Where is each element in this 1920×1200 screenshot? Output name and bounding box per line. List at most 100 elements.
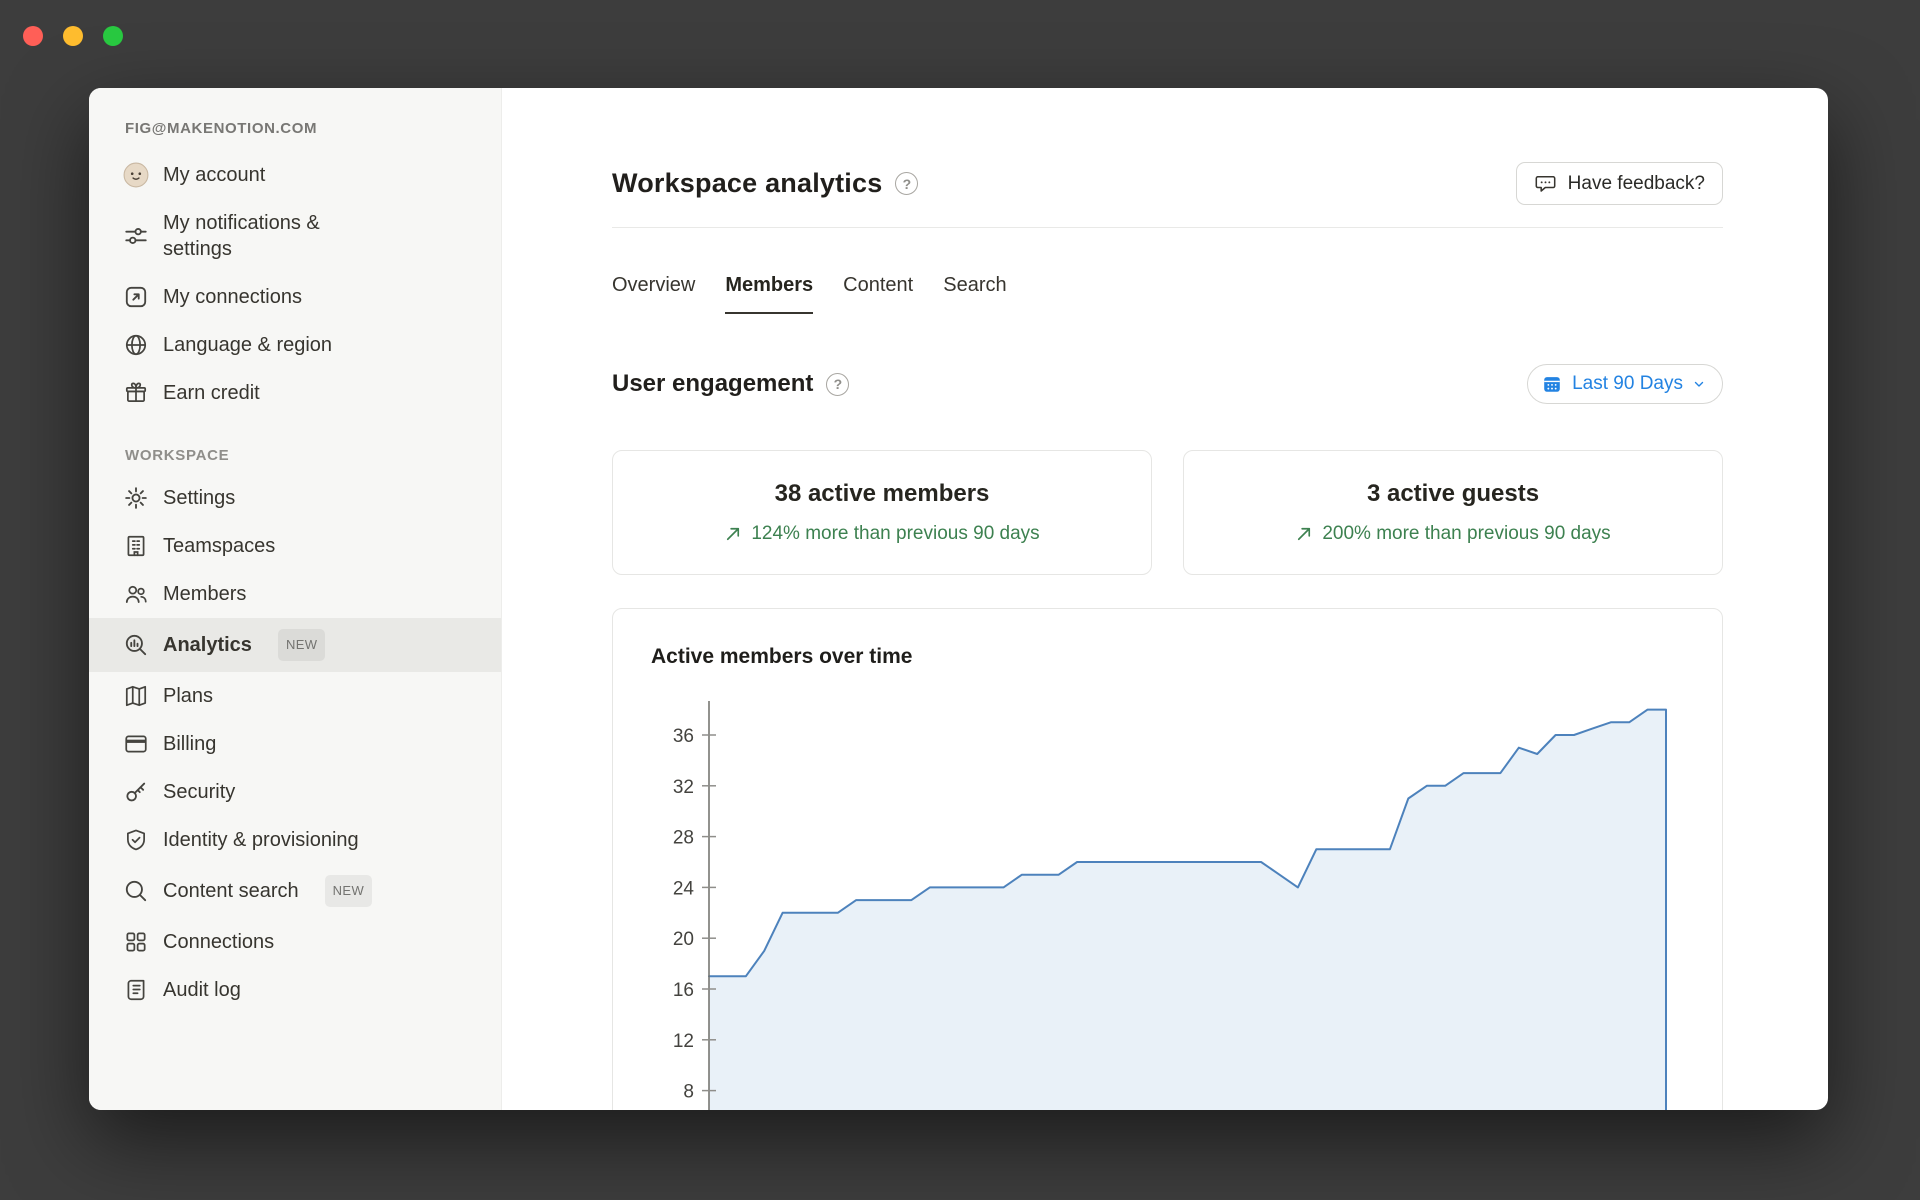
- analytics-tabs: Overview Members Content Search: [612, 274, 1723, 314]
- sidebar-item-my-connections[interactable]: My connections: [89, 273, 501, 321]
- analytics-main: Workspace analytics ? Have feedback? Ove…: [502, 88, 1828, 1110]
- active-members-chart: 36 32 28 24 20 16 12 8: [651, 693, 1722, 1110]
- workspace-section: Settings Teamspaces Members Analytics: [89, 474, 501, 1014]
- date-range-dropdown[interactable]: Last 90 Days: [1527, 364, 1723, 404]
- sidebar-item-label: Identity & provisioning: [163, 827, 359, 853]
- chart-magnifier-icon: [123, 632, 149, 658]
- sidebar-item-label: Billing: [163, 731, 216, 757]
- trend-up-icon: [724, 525, 742, 543]
- page-title: Workspace analytics: [612, 168, 882, 199]
- active-members-delta: 124% more than previous 90 days: [623, 523, 1141, 545]
- sidebar-item-label: Connections: [163, 929, 274, 955]
- sidebar-item-label: Language & region: [163, 332, 332, 358]
- workspace-section-label: WORKSPACE: [89, 447, 501, 474]
- trend-up-icon: [1295, 525, 1313, 543]
- sidebar-item-my-notifications-settings[interactable]: My notifications & settings: [89, 199, 501, 273]
- sidebar-item-earn-credit[interactable]: Earn credit: [89, 369, 501, 417]
- sidebar-item-language-region[interactable]: Language & region: [89, 321, 501, 369]
- tab-content[interactable]: Content: [843, 274, 913, 314]
- sidebar-item-my-account[interactable]: My account: [89, 151, 501, 199]
- key-icon: [123, 779, 149, 805]
- have-feedback-button[interactable]: Have feedback?: [1516, 162, 1723, 205]
- close-button[interactable]: [23, 26, 43, 46]
- help-icon[interactable]: ?: [895, 172, 918, 195]
- sidebar-item-label: Content search: [163, 878, 299, 904]
- active-members-value: 38 active members: [623, 480, 1141, 508]
- sidebar-item-connections[interactable]: Connections: [89, 918, 501, 966]
- svg-text:20: 20: [673, 929, 694, 950]
- globe-icon: [123, 332, 149, 358]
- delta-text: 124% more than previous 90 days: [751, 523, 1039, 545]
- help-icon[interactable]: ?: [826, 373, 849, 396]
- sidebar-item-audit-log[interactable]: Audit log: [89, 966, 501, 1014]
- people-icon: [123, 581, 149, 607]
- sidebar-item-label: My connections: [163, 284, 302, 310]
- grid-icon: [123, 929, 149, 955]
- user-engagement-title: User engagement: [612, 370, 813, 398]
- sidebar-item-label: Teamspaces: [163, 533, 275, 559]
- active-guests-delta: 200% more than previous 90 days: [1194, 523, 1712, 545]
- sliders-icon: [123, 223, 149, 249]
- account-email: FIG@MAKENOTION.COM: [89, 114, 501, 151]
- stat-cards: 38 active members 124% more than previou…: [612, 450, 1723, 575]
- active-members-card: 38 active members 124% more than previou…: [612, 450, 1152, 575]
- zoom-button[interactable]: [103, 26, 123, 46]
- sidebar-item-label: Plans: [163, 683, 213, 709]
- sidebar-item-analytics[interactable]: Analytics NEW: [89, 618, 501, 672]
- gear-icon: [123, 485, 149, 511]
- date-range-label: Last 90 Days: [1572, 373, 1683, 395]
- sidebar-item-label: Settings: [163, 485, 235, 511]
- sidebar-item-label: Earn credit: [163, 380, 260, 406]
- arrow-up-right-icon: [123, 284, 149, 310]
- gift-icon: [123, 380, 149, 406]
- calendar-icon: [1541, 373, 1563, 395]
- sidebar-item-teamspaces[interactable]: Teamspaces: [89, 522, 501, 570]
- svg-text:32: 32: [673, 777, 694, 798]
- tab-members[interactable]: Members: [725, 274, 813, 314]
- magnifier-icon: [123, 878, 149, 904]
- account-avatar: [123, 162, 149, 188]
- window-controls: [23, 26, 123, 46]
- sidebar-item-settings[interactable]: Settings: [89, 474, 501, 522]
- shield-check-icon: [123, 827, 149, 853]
- speech-bubble-icon: [1534, 172, 1557, 195]
- area-chart: 36 32 28 24 20 16 12 8: [651, 693, 1721, 1110]
- feedback-button-label: Have feedback?: [1568, 173, 1705, 195]
- svg-text:28: 28: [673, 828, 694, 849]
- account-section: My account My notifications & settings M…: [89, 151, 501, 417]
- active-guests-value: 3 active guests: [1194, 480, 1712, 508]
- settings-sidebar: FIG@MAKENOTION.COM My account My notific…: [89, 88, 502, 1110]
- sidebar-item-content-search[interactable]: Content search NEW: [89, 864, 501, 918]
- credit-card-icon: [123, 731, 149, 757]
- sidebar-item-plans[interactable]: Plans: [89, 672, 501, 720]
- user-engagement-header: User engagement ? Last 90 Days: [612, 364, 1723, 404]
- tab-overview[interactable]: Overview: [612, 274, 695, 314]
- active-guests-card: 3 active guests 200% more than previous …: [1183, 450, 1723, 575]
- sidebar-item-label: My notifications & settings: [163, 210, 385, 262]
- sidebar-item-label: My account: [163, 162, 265, 188]
- svg-text:12: 12: [673, 1031, 694, 1052]
- map-icon: [123, 683, 149, 709]
- sidebar-item-billing[interactable]: Billing: [89, 720, 501, 768]
- new-badge: NEW: [325, 875, 373, 907]
- sidebar-item-label: Audit log: [163, 977, 241, 1003]
- sidebar-item-security[interactable]: Security: [89, 768, 501, 816]
- page-header: Workspace analytics ? Have feedback?: [612, 162, 1723, 205]
- minimize-button[interactable]: [63, 26, 83, 46]
- svg-text:24: 24: [673, 878, 695, 899]
- tab-search[interactable]: Search: [943, 274, 1006, 314]
- svg-text:16: 16: [673, 980, 694, 1001]
- chevron-down-icon: [1692, 377, 1706, 391]
- active-members-chart-card: Active members over time 363228242016128: [612, 608, 1723, 1110]
- svg-text:36: 36: [673, 726, 694, 747]
- sidebar-item-label: Security: [163, 779, 235, 805]
- header-divider: [612, 227, 1723, 228]
- delta-text: 200% more than previous 90 days: [1322, 523, 1610, 545]
- notion-settings-window: FIG@MAKENOTION.COM My account My notific…: [89, 88, 1828, 1110]
- sidebar-item-members[interactable]: Members: [89, 570, 501, 618]
- building-icon: [123, 533, 149, 559]
- sidebar-item-identity-provisioning[interactable]: Identity & provisioning: [89, 816, 501, 864]
- svg-text:8: 8: [683, 1082, 694, 1103]
- sidebar-item-label: Analytics: [163, 632, 252, 658]
- new-badge: NEW: [278, 629, 326, 661]
